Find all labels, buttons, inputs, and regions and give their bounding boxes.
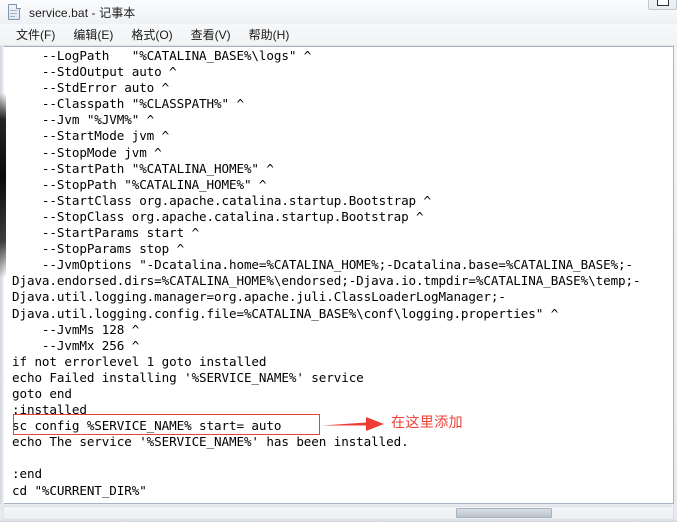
menu-help[interactable]: 帮助(H) — [240, 24, 299, 46]
notepad-document-icon — [6, 4, 22, 21]
menu-view[interactable]: 查看(V) — [182, 24, 240, 46]
restore-window-button[interactable] — [648, 0, 677, 10]
window-controls — [648, 0, 677, 10]
menu-format[interactable]: 格式(O) — [122, 24, 181, 46]
menu-edit[interactable]: 编辑(E) — [64, 24, 122, 46]
annotation-label: 在这里添加 — [391, 415, 463, 431]
horizontal-scrollbar[interactable] — [3, 506, 674, 520]
editor-left-gutter — [0, 46, 4, 504]
restore-icon — [657, 0, 669, 6]
menu-file[interactable]: 文件(F) — [7, 24, 64, 46]
text-editor-frame: --LogPath "%CATALINA_BASE%\logs" ^ --Std… — [3, 46, 674, 504]
window-title: service.bat - 记事本 — [29, 5, 136, 20]
menu-bar: 文件(F) 编辑(E) 格式(O) 查看(V) 帮助(H) — [0, 24, 677, 46]
title-bar[interactable]: service.bat - 记事本 — [0, 0, 677, 24]
notepad-window: service.bat - 记事本 文件(F) 编辑(E) 格式(O) 查看(V… — [0, 0, 677, 522]
text-editor[interactable]: --LogPath "%CATALINA_BASE%\logs" ^ --Std… — [4, 47, 673, 503]
horizontal-scrollbar-thumb[interactable] — [456, 508, 552, 518]
editor-text-content[interactable]: --LogPath "%CATALINA_BASE%\logs" ^ --Std… — [12, 48, 641, 499]
